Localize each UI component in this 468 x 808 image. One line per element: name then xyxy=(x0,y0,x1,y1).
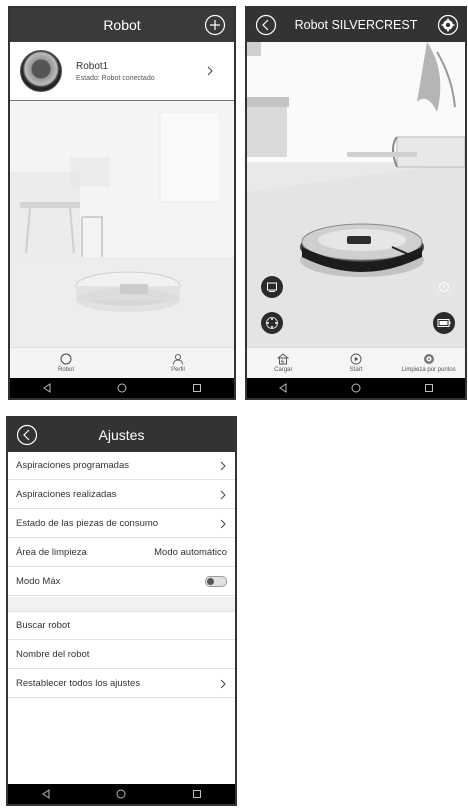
nav-recent-icon xyxy=(192,384,201,392)
tab-perfil[interactable]: Perfil xyxy=(122,348,234,378)
row-label: Área de limpieza xyxy=(16,547,87,558)
settings-row-reset[interactable]: Restablecer todos los ajustes xyxy=(8,670,235,698)
page-title: Robot SILVERCREST xyxy=(294,18,418,32)
row-label: Nombre del robot xyxy=(16,649,90,660)
back-button[interactable] xyxy=(255,14,277,36)
page-title: Ajustes xyxy=(98,427,145,443)
chevron-right-icon xyxy=(207,66,213,76)
nav-recent-button[interactable] xyxy=(187,787,207,801)
robot-name: Robot1 xyxy=(76,60,109,72)
screen-robot-list: Robot Robot1 Estado: Robot conectado Rob… xyxy=(8,6,236,400)
back-icon xyxy=(255,14,277,36)
robot-room-image xyxy=(247,42,465,352)
gear-icon xyxy=(437,14,459,36)
clock-icon xyxy=(439,282,449,292)
robot-tab-icon xyxy=(60,353,72,365)
settings-row-consumables[interactable]: Estado de las piezas de consumo xyxy=(8,510,235,538)
robot-list-item[interactable]: Robot1 Estado: Robot conectado xyxy=(10,42,234,101)
settings-row-find-robot[interactable]: Buscar robot xyxy=(8,612,235,640)
nav-recent-button[interactable] xyxy=(187,381,207,395)
battery-icon xyxy=(437,319,451,327)
android-nav-bar xyxy=(8,784,235,804)
page-title: Robot xyxy=(103,17,141,33)
battery-button[interactable] xyxy=(433,312,455,334)
start-label: Start xyxy=(349,367,363,373)
action-bar: Cargar Start Limpieza por puntos xyxy=(247,347,465,378)
nav-recent-icon xyxy=(193,790,202,798)
start-action[interactable]: Start xyxy=(320,348,393,378)
screen-icon xyxy=(267,282,277,292)
nav-home-button[interactable] xyxy=(112,381,132,395)
header: Ajustes xyxy=(8,418,235,452)
nav-home-button[interactable] xyxy=(111,787,131,801)
nav-back-icon xyxy=(43,383,51,393)
settings-button[interactable] xyxy=(437,14,459,36)
settings-row-scheduled[interactable]: Aspiraciones programadas xyxy=(8,452,235,480)
screen-settings: Ajustes Aspiraciones programadas Aspirac… xyxy=(6,416,237,806)
nav-back-button[interactable] xyxy=(36,787,56,801)
direction-control-button[interactable] xyxy=(261,312,283,334)
nav-back-icon xyxy=(41,789,50,799)
max-mode-toggle[interactable] xyxy=(205,576,227,587)
robot-avatar xyxy=(20,50,62,92)
header: Robot SILVERCREST xyxy=(247,8,465,42)
android-nav-bar xyxy=(10,378,234,398)
tab-robot[interactable]: Robot xyxy=(10,348,122,378)
play-icon xyxy=(350,353,362,365)
row-label: Estado de las piezas de consumo xyxy=(16,518,159,529)
android-nav-bar xyxy=(247,378,465,398)
chevron-right-icon xyxy=(220,461,226,470)
charge-label: Cargar xyxy=(274,367,293,373)
schedule-button[interactable] xyxy=(433,276,455,298)
settings-list: Aspiraciones programadas Aspiraciones re… xyxy=(8,452,235,784)
screen-robot-control: Robot SILVERCREST Cargar Start Limpieza … xyxy=(245,6,467,400)
nav-back-button[interactable] xyxy=(37,381,57,395)
toggle-icon xyxy=(207,578,214,585)
cleaning-mode-value: Modo automático xyxy=(154,547,227,558)
tab-bar: Robot Perfil xyxy=(10,347,234,378)
add-robot-button[interactable] xyxy=(204,14,226,36)
back-icon xyxy=(16,424,38,446)
back-button[interactable] xyxy=(16,424,38,446)
row-label: Aspiraciones realizadas xyxy=(16,489,117,500)
map-view-button[interactable] xyxy=(261,276,283,298)
nav-back-icon xyxy=(279,383,287,393)
settings-row-history[interactable]: Aspiraciones realizadas xyxy=(8,481,235,509)
header: Robot xyxy=(10,8,234,42)
robot-status: Estado: Robot conectado xyxy=(76,74,155,82)
nav-recent-icon xyxy=(424,384,433,392)
row-label: Aspiraciones programadas xyxy=(16,460,130,471)
nav-recent-button[interactable] xyxy=(419,381,439,395)
spot-icon xyxy=(423,354,434,364)
settings-row-max-mode[interactable]: Modo Máx xyxy=(8,568,235,596)
nav-home-icon xyxy=(116,789,126,799)
nav-home-icon xyxy=(117,383,127,393)
row-label: Buscar robot xyxy=(16,620,70,631)
settings-row-cleaning-area[interactable]: Área de limpieza Modo automático xyxy=(8,539,235,567)
row-label: Modo Máx xyxy=(16,576,61,587)
nav-home-button[interactable] xyxy=(346,381,366,395)
spot-label: Limpieza por puntos xyxy=(401,367,456,373)
nav-home-icon xyxy=(351,383,361,393)
chevron-right-icon xyxy=(220,679,226,688)
nav-back-button[interactable] xyxy=(273,381,293,395)
plus-circle-icon xyxy=(204,14,226,36)
chevron-right-icon xyxy=(220,490,226,499)
tab-robot-label: Robot xyxy=(57,367,74,373)
home-icon xyxy=(277,353,290,365)
spot-cleaning-action[interactable]: Limpieza por puntos xyxy=(392,348,465,378)
tab-perfil-label: Perfil xyxy=(171,367,185,373)
section-divider xyxy=(8,597,235,612)
dpad-icon xyxy=(266,317,278,329)
charge-action[interactable]: Cargar xyxy=(247,348,320,378)
user-icon xyxy=(173,353,183,365)
chevron-right-icon xyxy=(220,519,226,528)
settings-row-robot-name[interactable]: Nombre del robot xyxy=(8,641,235,669)
row-label: Restablecer todos los ajustes xyxy=(16,678,141,689)
